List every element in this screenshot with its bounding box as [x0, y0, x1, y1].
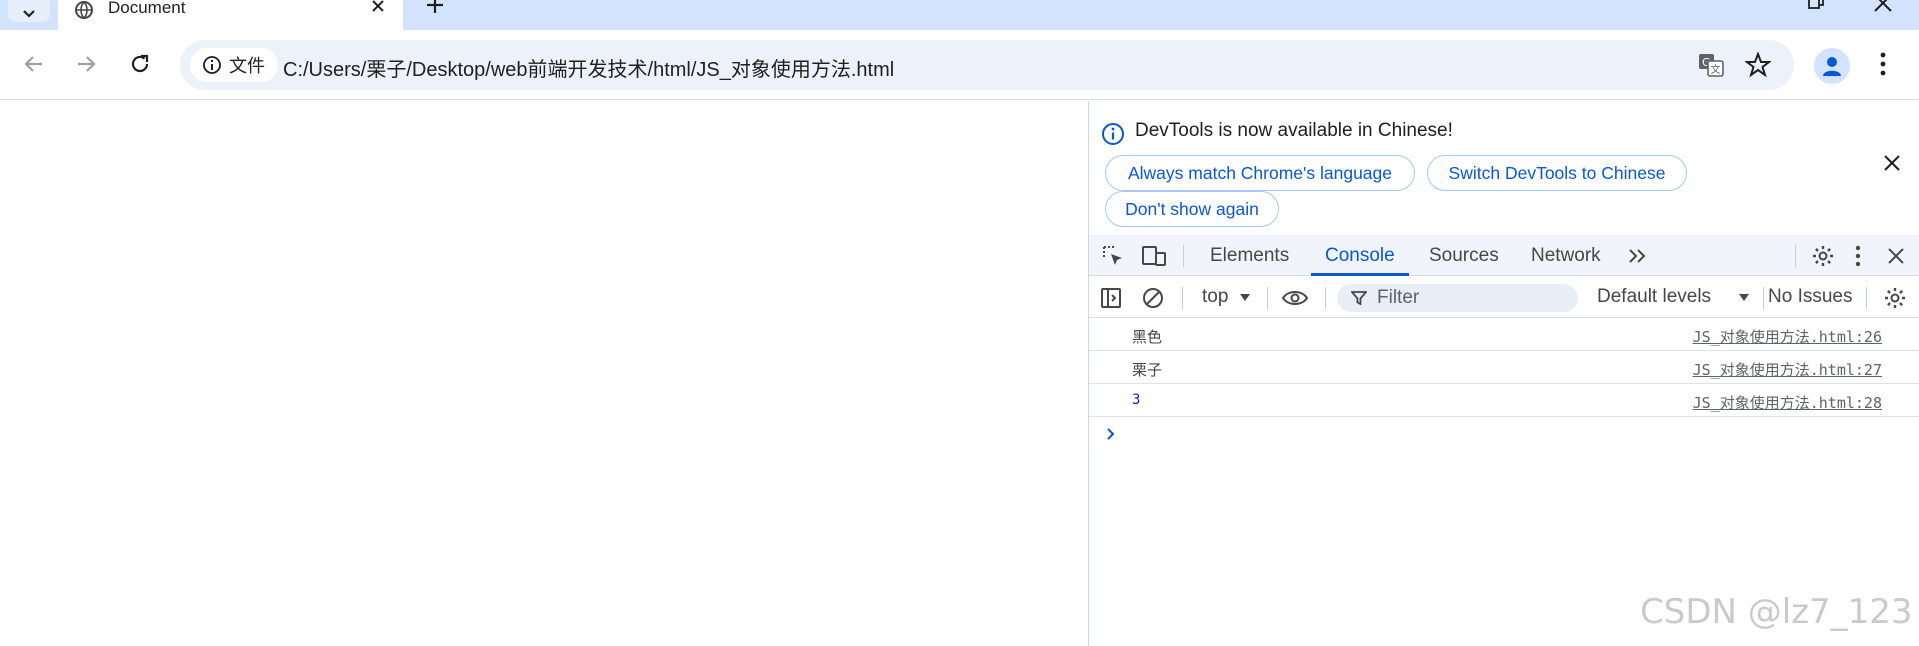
devtools-panel: DevTools is now available in Chinese! Al…	[1088, 101, 1919, 646]
filter-funnel-icon	[1351, 291, 1367, 306]
log-levels-dropdown[interactable]: Default levels	[1597, 286, 1711, 308]
issues-counter[interactable]: No Issues	[1768, 286, 1852, 308]
watermark: CSDN @lz7_123	[1640, 592, 1913, 632]
tab-title: Document	[108, 0, 186, 17]
console-message-row: 栗子 JS_对象使用方法.html:27	[1089, 351, 1919, 384]
separator	[1795, 245, 1796, 267]
translate-icon[interactable]: G 文	[1697, 52, 1725, 78]
tab-elements[interactable]: Elements	[1210, 235, 1289, 276]
back-arrow-icon[interactable]	[22, 52, 46, 76]
site-info-chip[interactable]: 文件	[190, 48, 278, 82]
site-chip-label: 文件	[229, 56, 265, 76]
info-icon	[203, 56, 221, 74]
bookmark-star-icon[interactable]	[1745, 52, 1771, 78]
tab-search-button[interactable]	[8, 0, 50, 22]
separator	[1182, 287, 1183, 309]
settings-gear-icon[interactable]	[1811, 244, 1835, 268]
console-message-text: 栗子	[1132, 361, 1163, 379]
console-source-link[interactable]: JS_对象使用方法.html:26	[1693, 326, 1882, 347]
window-close-icon[interactable]	[1872, 0, 1894, 14]
separator	[1183, 245, 1184, 267]
caret-down-icon[interactable]	[1738, 293, 1750, 303]
browser-toolbar: 文件 C:/Users/栗子/Desktop/web前端开发技术/html/JS…	[0, 30, 1919, 100]
inspect-element-icon[interactable]	[1101, 244, 1125, 268]
console-message-row: 3 JS_对象使用方法.html:28	[1089, 384, 1919, 417]
address-bar[interactable]: 文件 C:/Users/栗子/Desktop/web前端开发技术/html/JS…	[180, 40, 1794, 90]
console-settings-gear-icon[interactable]	[1883, 286, 1907, 310]
tab-network[interactable]: Network	[1531, 235, 1601, 276]
chevron-down-icon	[23, 10, 35, 18]
page-viewport	[0, 101, 1088, 646]
devtools-tab-bar: Elements Console Sources Network	[1089, 235, 1919, 276]
always-match-language-button[interactable]: Always match Chrome's language	[1105, 155, 1415, 191]
separator	[1325, 287, 1326, 309]
info-icon	[1102, 123, 1124, 145]
console-prompt-chevron-icon[interactable]	[1105, 426, 1117, 442]
console-toolbar: top Filter Default levels No Issues	[1089, 277, 1919, 318]
kebab-menu-icon[interactable]	[1877, 50, 1889, 78]
separator	[1866, 287, 1867, 309]
separator	[1267, 287, 1268, 309]
live-expression-eye-icon[interactable]	[1281, 286, 1309, 310]
filter-placeholder: Filter	[1377, 287, 1420, 308]
tab-sources[interactable]: Sources	[1429, 235, 1499, 276]
infobar-message: DevTools is now available in Chinese!	[1135, 120, 1453, 141]
console-message-row: 黑色 JS_对象使用方法.html:26	[1089, 318, 1919, 351]
language-infobar: DevTools is now available in Chinese! Al…	[1089, 101, 1919, 235]
separator	[1763, 287, 1764, 309]
globe-icon	[75, 1, 93, 20]
devtools-menu-icon[interactable]	[1853, 244, 1863, 268]
switch-to-chinese-button[interactable]: Switch DevTools to Chinese	[1427, 155, 1687, 191]
clear-console-icon[interactable]	[1141, 286, 1165, 310]
window-restore-icon[interactable]	[1806, 0, 1826, 12]
context-selector[interactable]: top	[1202, 286, 1228, 308]
tab-console[interactable]: Console	[1311, 235, 1409, 276]
more-tabs-chevron-icon[interactable]	[1627, 247, 1649, 265]
console-filter-input[interactable]: Filter	[1337, 284, 1578, 312]
url-text[interactable]: C:/Users/栗子/Desktop/web前端开发技术/html/JS_对象…	[283, 53, 894, 82]
person-icon	[1823, 57, 1841, 76]
profile-avatar[interactable]	[1814, 48, 1850, 84]
reload-icon[interactable]	[128, 52, 152, 76]
browser-tab[interactable]: Document	[58, 0, 403, 30]
sidebar-toggle-icon[interactable]	[1099, 286, 1123, 310]
console-source-link[interactable]: JS_对象使用方法.html:28	[1693, 392, 1882, 413]
forward-arrow-icon[interactable]	[74, 52, 98, 76]
svg-text:文: 文	[1711, 63, 1721, 76]
close-devtools-icon[interactable]	[1887, 247, 1905, 265]
tab-strip: Document	[0, 0, 1919, 30]
device-toolbar-icon[interactable]	[1141, 244, 1167, 268]
caret-down-icon[interactable]	[1239, 293, 1251, 303]
dont-show-again-button[interactable]: Don't show again	[1105, 191, 1279, 227]
close-icon[interactable]	[1883, 154, 1901, 172]
console-source-link[interactable]: JS_对象使用方法.html:27	[1693, 359, 1882, 380]
close-icon[interactable]	[370, 0, 386, 14]
new-tab-plus-icon[interactable]	[424, 0, 446, 16]
console-message-number: 3	[1132, 392, 1141, 408]
console-message-text: 黑色	[1132, 328, 1163, 346]
